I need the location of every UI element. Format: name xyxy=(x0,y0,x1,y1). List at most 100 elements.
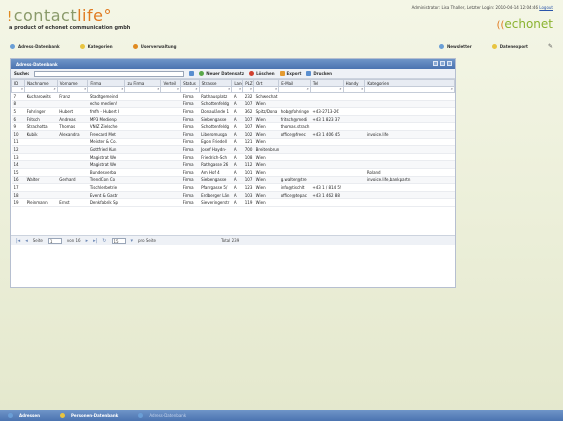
column-header[interactable]: Handy xyxy=(342,79,366,87)
table-row[interactable]: 6 Fritsch Andreas MP3 Medienp Firma Siebengas… xyxy=(11,115,455,124)
table-cell: Rathgasse 26 xyxy=(199,160,232,169)
column-header[interactable]: Land xyxy=(231,79,244,87)
column-header[interactable]: Tel xyxy=(309,79,344,87)
table-cell xyxy=(310,176,344,185)
table-row[interactable]: 12 Gottfried Kun Firma Josef Haydn- A 700 Brei… xyxy=(11,145,455,154)
column-filter-input[interactable] xyxy=(309,86,344,93)
table-cell: Erdberger Län xyxy=(199,191,232,200)
column-header[interactable]: PLZ xyxy=(242,79,255,87)
column-header[interactable]: Verteil xyxy=(160,79,182,87)
print-button[interactable]: Drucken xyxy=(306,71,332,76)
refresh-icon[interactable]: ↻ xyxy=(102,238,106,244)
table-row[interactable]: 9 Strachotta Thomas VNIZ Zielsche Firma Schot… xyxy=(11,122,455,131)
prev-page-icon[interactable]: ◂ xyxy=(25,238,28,244)
close-icon[interactable] xyxy=(447,61,452,66)
table-cell xyxy=(343,160,365,169)
column-header[interactable]: Nachname xyxy=(24,79,58,87)
search-icon[interactable] xyxy=(189,71,195,76)
table-row[interactable]: 19 Pleinmann Ernst Denkfabrik Sp Firma Siever… xyxy=(11,198,455,207)
next-page-icon[interactable]: ▸ xyxy=(86,238,89,244)
table-cell: MP3 Medienp xyxy=(87,115,125,124)
table-row[interactable]: 10 Kubik Alexandra Freecard Met Firma Liberom… xyxy=(11,130,455,139)
column-header[interactable]: zu Firma xyxy=(124,79,162,87)
column-header[interactable]: Status xyxy=(180,79,200,87)
nav-bullet-icon xyxy=(132,43,138,49)
table-row[interactable]: 15 Bundesverba Firma Am Hof 4 A 101 Wien Roland xyxy=(11,168,455,177)
table-row[interactable]: 17 Tischlerbetrie Firma Pfarrgasse 5/A 123 Wi… xyxy=(11,183,455,192)
table-row[interactable]: 11 Meister & Co. Firma Egon Friedell A 121 Wie… xyxy=(11,138,455,147)
table-cell: Firma xyxy=(180,153,200,162)
window-title[interactable]: Adress-Datenbank xyxy=(11,59,455,69)
nav-newsletter[interactable]: Newsletter xyxy=(438,43,472,50)
column-header[interactable]: Strasse xyxy=(198,79,233,87)
column-header[interactable]: Firma xyxy=(87,79,126,87)
table-row[interactable]: 18 Event & Gastr Firma Erdberger Län A 103 Wie… xyxy=(11,191,455,200)
table-row[interactable]: 14 Magistrat We Firma Rathgasse 26 A 112 Wien xyxy=(11,160,455,169)
table-row[interactable]: 7 Kucharowits Franz Stadtgemeind Firma Rathau… xyxy=(11,92,455,101)
column-filter-input[interactable] xyxy=(364,86,455,93)
column-filter-input[interactable] xyxy=(180,86,200,93)
table-cell: Schottenfeldg xyxy=(199,100,232,109)
page-input[interactable]: 1 xyxy=(47,237,62,244)
table-cell xyxy=(124,145,161,154)
export-button[interactable]: Export xyxy=(279,71,301,76)
minimize-icon[interactable] xyxy=(433,61,438,66)
table-cell: Wien xyxy=(253,183,279,192)
delete-button[interactable]: Löschen xyxy=(249,71,275,76)
column-filter-input[interactable] xyxy=(10,86,26,93)
table-row[interactable]: 8 echo medien! Firma Schottenfeldg A 107 Wien xyxy=(11,100,455,109)
table-cell xyxy=(124,168,161,177)
column-filter-input[interactable] xyxy=(87,86,126,93)
table-cell: Firma xyxy=(180,115,200,124)
new-record-button[interactable]: Neuer Datensatz xyxy=(199,71,244,76)
table-cell: 108 xyxy=(242,153,254,162)
column-filter-input[interactable] xyxy=(342,86,366,93)
table-row[interactable]: 5 Fohringer Hubert fmfh - Hubert I Firma Dona… xyxy=(11,107,455,116)
pen-icon[interactable]: ✎ xyxy=(548,43,553,50)
column-filter-input[interactable] xyxy=(242,86,255,93)
table-cell: Firma xyxy=(180,168,200,177)
table-cell xyxy=(364,138,455,147)
nav-datenexport[interactable]: Datenexport xyxy=(491,43,528,50)
column-filter-input[interactable] xyxy=(56,86,89,93)
table-cell xyxy=(343,153,365,162)
nav-userverwaltung[interactable]: Userverwaltung xyxy=(132,43,176,49)
column-filter-input[interactable] xyxy=(124,86,162,93)
nav-adress-datenbank[interactable]: Adress-Datenbank xyxy=(10,43,60,49)
table-row[interactable]: 13 Magistrat We Firma Friedrich-Sch A 108 Wien xyxy=(11,153,455,162)
taskbar-personen-datenbank[interactable]: Personen-Datenbank xyxy=(59,413,118,418)
table-cell xyxy=(310,153,344,162)
grid-body: 7 Kucharowits Franz Stadtgemeind Firma Rathau… xyxy=(11,92,455,207)
table-cell: 19 xyxy=(11,198,25,207)
column-filter-input[interactable] xyxy=(24,86,58,93)
per-page-select[interactable]: 15 xyxy=(111,237,126,244)
column-header[interactable]: Vorname xyxy=(56,79,89,87)
column-filter-input[interactable] xyxy=(253,86,280,93)
table-cell xyxy=(364,198,455,207)
logout-link[interactable]: Logout xyxy=(539,5,553,10)
table-cell: 102 xyxy=(242,130,254,139)
chevron-down-icon[interactable]: ▾ xyxy=(131,238,134,244)
table-cell: Sieveringerstr xyxy=(199,198,232,207)
search-input[interactable] xyxy=(34,70,185,77)
table-row[interactable]: 16 Walter Gerhard TrendCon Co Firma Siebengas… xyxy=(11,176,455,185)
app-root: !contactlife° a product of echonet commu… xyxy=(0,0,563,421)
taskbar-adress-datenbank[interactable]: Adress-Datenbank xyxy=(138,413,186,418)
table-cell xyxy=(364,122,455,131)
column-header[interactable]: ID xyxy=(10,79,26,87)
column-filter-input[interactable] xyxy=(278,86,311,93)
column-filter-input[interactable] xyxy=(198,86,233,93)
last-page-icon[interactable]: ▸| xyxy=(93,238,97,244)
table-cell: A xyxy=(231,153,243,162)
column-header[interactable]: Kategorien xyxy=(364,79,455,87)
taskbar-adressen[interactable]: Adressen xyxy=(8,413,40,418)
table-cell xyxy=(160,168,181,177)
column-header[interactable]: Ort xyxy=(253,79,280,87)
nav-kategorien[interactable]: Kategorien xyxy=(79,43,113,49)
column-filter-input[interactable] xyxy=(160,86,182,93)
column-filter-input[interactable] xyxy=(231,86,244,93)
first-page-icon[interactable]: |◂ xyxy=(16,238,20,244)
maximize-icon[interactable] xyxy=(440,61,445,66)
column-header[interactable]: E-Mail xyxy=(278,79,311,87)
table-cell xyxy=(160,160,181,169)
